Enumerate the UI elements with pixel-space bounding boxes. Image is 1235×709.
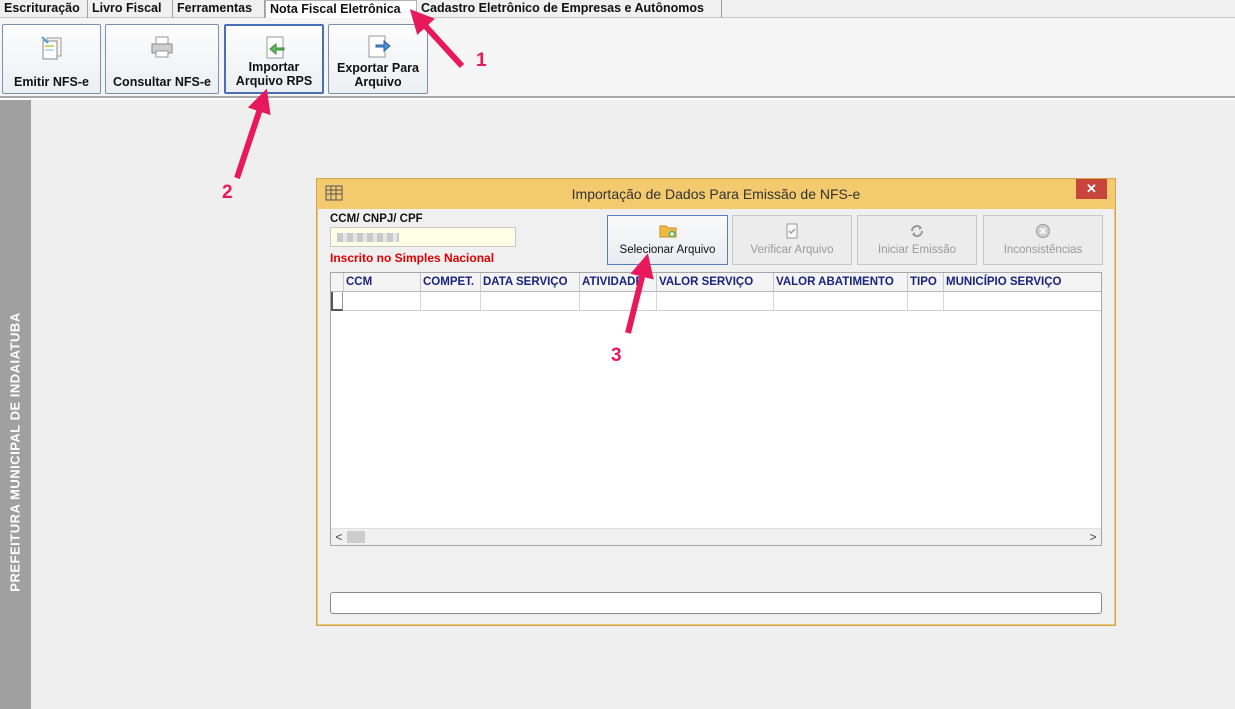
dialog-title: Importação de Dados Para Emissão de NFS-…: [571, 186, 861, 202]
grid-header: CCM COMPET. DATA SERVIÇO ATIVIDADE VALOR…: [331, 273, 1101, 292]
ccm-masked-value: [337, 233, 399, 242]
inconsistencias-button[interactable]: Inconsistências: [983, 215, 1103, 265]
selecionar-arquivo-button[interactable]: Selecionar Arquivo: [607, 215, 728, 265]
importar-arquivo-rps-label: Importar Arquivo RPS: [235, 60, 313, 88]
col-atividade[interactable]: ATIVIDADE: [580, 273, 657, 292]
scroll-right-arrow[interactable]: >: [1085, 529, 1101, 545]
cell-atividade[interactable]: [580, 292, 657, 311]
col-tipo[interactable]: TIPO: [908, 273, 944, 292]
simples-nacional-status: Inscrito no Simples Nacional: [330, 251, 495, 265]
grid-corner: [331, 273, 344, 292]
tab-ferramentas[interactable]: Ferramentas: [173, 0, 265, 18]
scroll-left-arrow[interactable]: <: [331, 529, 347, 545]
consultar-nfse-label: Consultar NFS-e: [113, 75, 211, 89]
toolbar: Emitir NFS-e Consultar NFS-e Importar Ar…: [0, 18, 1235, 98]
ccm-field[interactable]: [330, 227, 516, 247]
printer-icon: [151, 36, 173, 58]
table-row[interactable]: [331, 292, 1101, 311]
col-compet[interactable]: COMPET.: [421, 273, 481, 292]
exportar-para-arquivo-button[interactable]: Exportar Para Arquivo: [328, 24, 428, 94]
selecionar-arquivo-label: Selecionar Arquivo: [619, 244, 716, 256]
col-data-servico[interactable]: DATA SERVIÇO: [481, 273, 580, 292]
cell-tipo[interactable]: [908, 292, 944, 311]
export-arrow-icon: [368, 35, 391, 58]
ccm-label: CCM/ CNPJ/ CPF: [330, 213, 423, 225]
data-grid[interactable]: CCM COMPET. DATA SERVIÇO ATIVIDADE VALOR…: [330, 272, 1102, 546]
dialog-titlebar[interactable]: Importação de Dados Para Emissão de NFS-…: [317, 179, 1115, 209]
tab-escrituracao[interactable]: Escrituração: [0, 0, 88, 18]
cell-municipio-servico[interactable]: [944, 292, 1101, 311]
import-arrow-icon: [266, 36, 285, 59]
col-municipio-servico[interactable]: MUNICÍPIO SERVIÇO: [944, 273, 1101, 292]
emitir-nfse-label: Emitir NFS-e: [13, 75, 89, 89]
annotation-number-1: 1: [476, 50, 487, 71]
col-ccm[interactable]: CCM: [344, 273, 421, 292]
iniciar-emissao-button[interactable]: Iniciar Emissão: [857, 215, 977, 265]
consultar-nfse-button[interactable]: Consultar NFS-e: [105, 24, 219, 94]
tab-cadastro-eletronico[interactable]: Cadastro Eletrônico de Empresas e Autôno…: [417, 0, 722, 18]
status-field: [330, 592, 1102, 614]
col-valor-servico[interactable]: VALOR SERVIÇO: [657, 273, 774, 292]
close-button[interactable]: ✕: [1076, 179, 1107, 199]
emit-document-icon: [40, 36, 61, 60]
scroll-thumb[interactable]: [347, 531, 365, 543]
error-circle-icon: [1036, 224, 1050, 238]
sidebar-municipality-label: PREFEITURA MUNICIPAL DE INDAIATUBA: [7, 312, 23, 592]
folder-add-icon: [659, 225, 676, 238]
horizontal-scrollbar[interactable]: < >: [331, 528, 1101, 545]
emitir-nfse-button[interactable]: Emitir NFS-e: [2, 24, 101, 94]
import-dialog: Importação de Dados Para Emissão de NFS-…: [316, 178, 1116, 626]
exportar-para-arquivo-label: Exportar Para Arquivo: [337, 61, 419, 89]
iniciar-emissao-label: Iniciar Emissão: [878, 244, 956, 256]
verificar-arquivo-button[interactable]: Verificar Arquivo: [732, 215, 852, 265]
document-check-icon: [786, 223, 798, 239]
cell-ccm[interactable]: [344, 292, 421, 311]
menu-bar: Escrituração Livro Fiscal Ferramentas No…: [0, 0, 1235, 19]
sidebar: PREFEITURA MUNICIPAL DE INDAIATUBA: [0, 100, 31, 709]
annotation-number-2: 2: [222, 182, 233, 203]
row-indicator: [331, 292, 343, 311]
cell-compet[interactable]: [421, 292, 481, 311]
refresh-icon: [911, 225, 923, 237]
inconsistencias-label: Inconsistências: [1003, 244, 1083, 256]
importar-arquivo-rps-button[interactable]: Importar Arquivo RPS: [224, 24, 324, 94]
tab-nota-fiscal-eletronica[interactable]: Nota Fiscal Eletrônica: [265, 0, 417, 19]
cell-valor-abatimento[interactable]: [774, 292, 908, 311]
col-valor-abatimento[interactable]: VALOR ABATIMENTO: [774, 273, 908, 292]
cell-data-servico[interactable]: [481, 292, 580, 311]
annotation-number-3: 3: [611, 345, 622, 366]
cell-valor-servico[interactable]: [657, 292, 774, 311]
tab-livro-fiscal[interactable]: Livro Fiscal: [88, 0, 173, 18]
verificar-arquivo-label: Verificar Arquivo: [750, 244, 834, 256]
